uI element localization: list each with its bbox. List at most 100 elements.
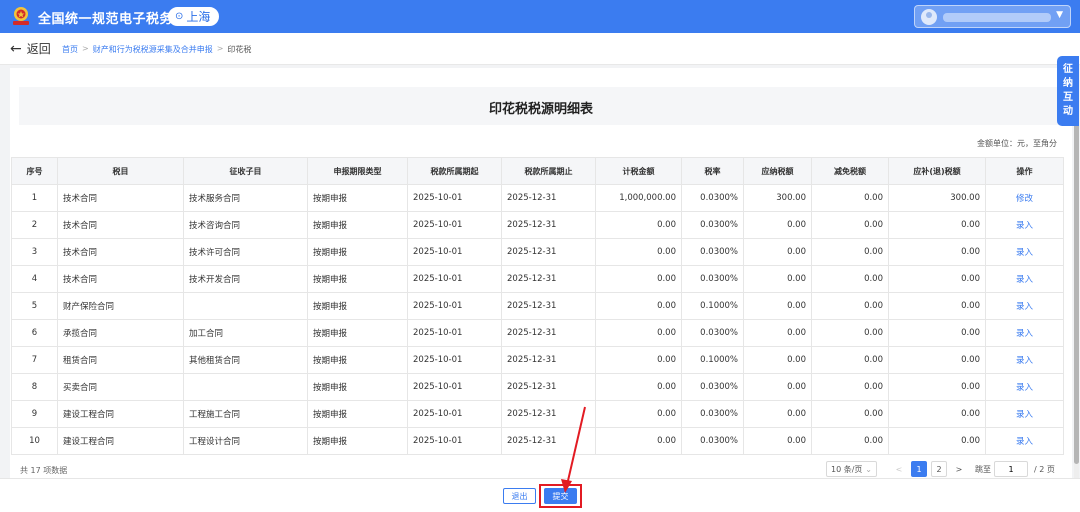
cell-sub-item: 其他租赁合同 [183, 346, 308, 374]
enter-link[interactable]: 录入 [985, 319, 1064, 347]
cell-tax-payable: 0.00 [743, 400, 812, 428]
cell-period-start: 2025-10-01 [407, 292, 502, 320]
back-button[interactable]: ← 返回 [10, 40, 51, 57]
enter-link[interactable]: 录入 [985, 292, 1064, 320]
enter-link[interactable]: 录入 [985, 265, 1064, 293]
cell-tax-item: 财产保险合同 [57, 292, 184, 320]
cell-index: 9 [11, 400, 58, 428]
cell-tax-item: 建设工程合同 [57, 427, 184, 455]
col-header-tax-rate: 税率 [681, 157, 744, 185]
cell-period-start: 2025-10-01 [407, 319, 502, 347]
vertical-scrollbar[interactable] [1074, 68, 1079, 478]
cell-sub-item: 技术开发合同 [183, 265, 308, 293]
col-header-tax-payable: 应纳税额 [743, 157, 812, 185]
cell-period-type: 按期申报 [307, 319, 408, 347]
cell-tax-due: 0.00 [888, 373, 986, 401]
cell-tax-due: 0.00 [888, 238, 986, 266]
enter-link[interactable]: 录入 [985, 238, 1064, 266]
prev-page-button[interactable]: < [891, 461, 907, 477]
interaction-side-tab[interactable]: 征 纳 互 动 [1057, 56, 1079, 126]
user-menu[interactable]: ▼ [914, 5, 1071, 28]
col-header-period-end: 税款所属期止 [501, 157, 596, 185]
next-page-button[interactable]: > [951, 461, 967, 477]
page-1-button[interactable]: 1 [911, 461, 927, 477]
table-row: 8 买卖合同 按期申报 2025-10-01 2025-12-31 0.00 0.0300%… [11, 373, 1064, 401]
cell-tax-item: 技术合同 [57, 211, 184, 239]
cell-period-start: 2025-10-01 [407, 427, 502, 455]
cell-index: 2 [11, 211, 58, 239]
enter-link[interactable]: 录入 [985, 427, 1064, 455]
location-pin-icon: ⊙ [175, 11, 184, 22]
cell-taxable-amount: 1,000,000.00 [595, 184, 682, 212]
table-row: 1 技术合同 技术服务合同 按期申报 2025-10-01 2025-12-31 1,000… [11, 184, 1064, 212]
breadcrumb: 首页 > 财产和行为税税源采集及合并申报 > 印花税 [62, 44, 251, 55]
breadcrumb-current: 印花税 [227, 45, 252, 54]
cell-sub-item: 工程施工合同 [183, 400, 308, 428]
cell-tax-rate: 0.0300% [681, 319, 744, 347]
breadcrumb-home[interactable]: 首页 [62, 44, 78, 55]
cell-index: 10 [11, 427, 58, 455]
page-size-select[interactable]: 10 条/页 ⌄ [826, 461, 877, 477]
scrollbar-thumb[interactable] [1074, 68, 1079, 464]
breadcrumb-property-behavior-tax[interactable]: 财产和行为税税源采集及合并申报 [93, 44, 213, 55]
page-count: / 2 页 [1034, 464, 1055, 474]
breadcrumb-separator: > [216, 44, 224, 53]
cell-tax-due: 0.00 [888, 400, 986, 428]
page-2-button[interactable]: 2 [931, 461, 947, 477]
side-tab-char: 互 [1063, 92, 1073, 103]
enter-link[interactable]: 录入 [985, 211, 1064, 239]
edit-link[interactable]: 修改 [985, 184, 1064, 212]
tax-emblem-icon [13, 7, 29, 25]
cell-tax-rate: 0.0300% [681, 184, 744, 212]
col-header-tax-due: 应补(退)税额 [888, 157, 986, 185]
col-header-period-type: 申报期限类型 [307, 157, 408, 185]
cell-tax-reduction: 0.00 [811, 427, 889, 455]
enter-link[interactable]: 录入 [985, 346, 1064, 374]
page-title: 印花税税源明细表 [488, 102, 593, 117]
side-tab-char: 征 [1063, 64, 1073, 75]
cell-tax-payable: 300.00 [743, 184, 812, 212]
table-row: 3 技术合同 技术许可合同 按期申报 2025-10-01 2025-12-31 0.00 0… [11, 238, 1064, 266]
cell-tax-rate: 0.1000% [681, 292, 744, 320]
cell-sub-item: 加工合同 [183, 319, 308, 347]
region-label: 上海 [186, 10, 211, 24]
table-row: 7 租赁合同 其他租赁合同 按期申报 2025-10-01 2025-12-31 0.00 0… [11, 346, 1064, 374]
cell-period-type: 按期申报 [307, 292, 408, 320]
cell-tax-reduction: 0.00 [811, 211, 889, 239]
table-row: 9 建设工程合同 工程施工合同 按期申报 2025-10-01 2025-12-31 0.0… [11, 400, 1064, 428]
arrow-left-icon: ← [10, 40, 22, 57]
cell-taxable-amount: 0.00 [595, 400, 682, 428]
cell-tax-rate: 0.0300% [681, 211, 744, 239]
cell-period-type: 按期申报 [307, 211, 408, 239]
col-header-index: 序号 [11, 157, 58, 185]
red-pointer-arrow [561, 406, 586, 493]
cell-sub-item [183, 292, 308, 320]
cell-period-type: 按期申报 [307, 265, 408, 293]
chevron-down-icon: ▼ [1056, 10, 1063, 20]
goto-label: 跳至 [975, 464, 991, 474]
cell-tax-rate: 0.0300% [681, 265, 744, 293]
cell-period-end: 2025-12-31 [501, 346, 596, 374]
total-count: 共 17 项数据 [20, 466, 68, 475]
cell-taxable-amount: 0.00 [595, 373, 682, 401]
enter-link[interactable]: 录入 [985, 400, 1064, 428]
cell-tax-reduction: 0.00 [811, 265, 889, 293]
cell-tax-item: 技术合同 [57, 184, 184, 212]
cell-tax-item: 技术合同 [57, 265, 184, 293]
title-band: 印花税税源明细表 [19, 87, 1063, 125]
cell-tax-reduction: 0.00 [811, 373, 889, 401]
cell-tax-due: 0.00 [888, 319, 986, 347]
cell-tax-item: 技术合同 [57, 238, 184, 266]
exit-button[interactable]: 退出 [503, 488, 536, 504]
goto-page-input[interactable] [994, 461, 1028, 477]
enter-link[interactable]: 录入 [985, 373, 1064, 401]
cell-tax-due: 300.00 [888, 184, 986, 212]
region-selector[interactable]: ⊙ 上海 [168, 7, 220, 26]
cell-period-type: 按期申报 [307, 346, 408, 374]
cell-tax-due: 0.00 [888, 346, 986, 374]
breadcrumb-bar: ← 返回 首页 > 财产和行为税税源采集及合并申报 > 印花税 [0, 33, 1080, 65]
cell-tax-item: 买卖合同 [57, 373, 184, 401]
cell-period-end: 2025-12-31 [501, 211, 596, 239]
table-row: 6 承揽合同 加工合同 按期申报 2025-10-01 2025-12-31 0.00 0.0… [11, 319, 1064, 347]
top-bar: 全国统一规范电子税务局 ⊙ 上海 ▼ [0, 0, 1080, 33]
